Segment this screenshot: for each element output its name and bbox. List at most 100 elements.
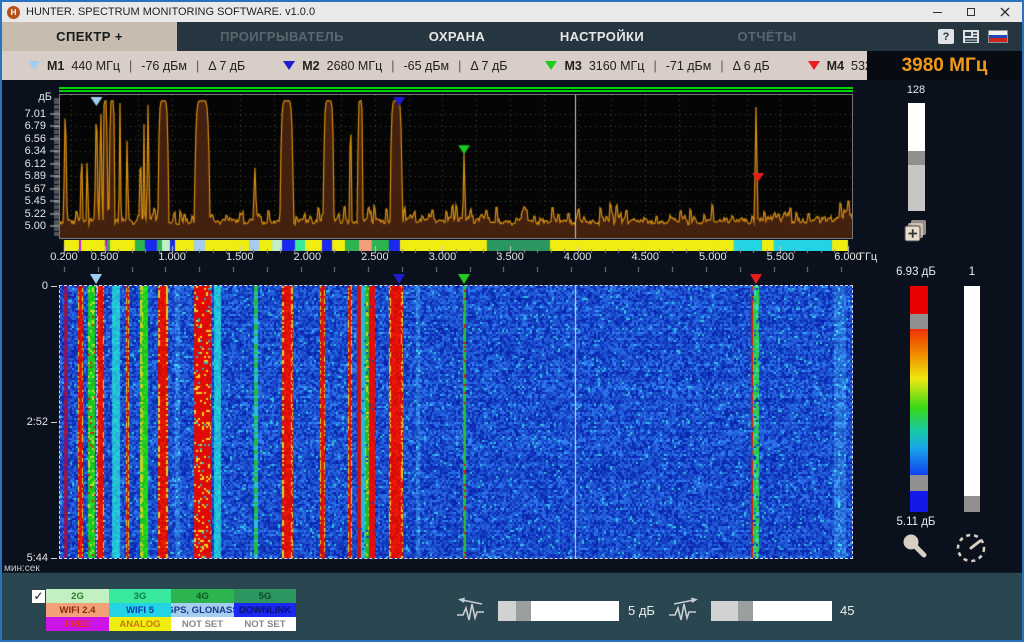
averaging-count-label: 1 bbox=[952, 266, 992, 278]
marker-m4-icon bbox=[808, 61, 820, 70]
maximize-icon bbox=[967, 8, 975, 16]
points-slider[interactable] bbox=[908, 103, 925, 211]
waterfall-plot[interactable] bbox=[60, 286, 852, 558]
color-scale-top-handle[interactable] bbox=[910, 314, 928, 329]
separator: | bbox=[456, 59, 463, 73]
window-controls bbox=[920, 2, 1022, 22]
y-tick-label: 6.34 bbox=[4, 145, 46, 157]
y-tick-label: 5.00 bbox=[4, 220, 46, 232]
legend-cell-free: FREE bbox=[46, 617, 109, 631]
separator: | bbox=[194, 59, 201, 73]
tab-настройки[interactable]: НАСТРОЙКИ bbox=[527, 22, 677, 51]
tab-bar: СПЕКТР +ПРОИГРЫВАТЕЛЬОХРАНАНАСТРОЙКИОТЧЁ… bbox=[2, 22, 1022, 51]
x-tick-label: 0.200 bbox=[42, 251, 86, 263]
minimize-button[interactable] bbox=[920, 2, 954, 22]
flag-stripe-red bbox=[989, 38, 1007, 42]
y-tick-label: 6.12 bbox=[4, 158, 46, 170]
averaging-hslider[interactable] bbox=[711, 601, 832, 621]
legend-cell-wifi-5: WIFI 5 bbox=[109, 603, 171, 617]
threshold-slider-icon bbox=[454, 595, 492, 625]
app-logo-icon: H bbox=[7, 6, 20, 19]
color-scale-bottom-handle[interactable] bbox=[910, 475, 928, 491]
marker-id: M2 bbox=[302, 59, 319, 73]
tab-bar-icons: ? bbox=[938, 22, 1022, 51]
marker-m1-icon bbox=[28, 61, 40, 70]
averaging-hslider-handle[interactable] bbox=[738, 601, 753, 621]
points-slider-fill bbox=[908, 103, 925, 151]
x-tick-label: 5.000 bbox=[691, 251, 735, 263]
x-tick-label: 3.500 bbox=[488, 251, 532, 263]
spectrum-plot-frame bbox=[59, 94, 853, 239]
help-icon[interactable]: ? bbox=[938, 29, 954, 44]
gauge-icon[interactable] bbox=[952, 530, 990, 564]
time-tick-label: 5:44 bbox=[2, 552, 48, 564]
time-tick bbox=[51, 422, 57, 423]
color-scale-gradient bbox=[910, 329, 928, 475]
time-tick bbox=[51, 558, 57, 559]
current-frequency-readout: 3980 МГц bbox=[867, 51, 1022, 80]
marker-info-m3: M33160 МГц|-71 дБм|Δ 6 дБ bbox=[545, 59, 769, 73]
averaging-slider[interactable] bbox=[964, 286, 980, 512]
add-layer-icon[interactable] bbox=[901, 217, 931, 247]
marker-frequency: 3160 МГц bbox=[589, 59, 645, 73]
threshold-slider-handle[interactable] bbox=[516, 601, 531, 621]
tab-спектр-[interactable]: СПЕКТР + bbox=[2, 22, 177, 51]
averaging-slider-handle[interactable] bbox=[964, 496, 980, 512]
threshold-line-top bbox=[59, 87, 853, 89]
legend-cell-not-set: NOT SET bbox=[234, 617, 296, 631]
marker-delta: Δ 7 дБ bbox=[470, 59, 507, 73]
y-axis-unit: дБ bbox=[16, 91, 52, 103]
points-slider-track bbox=[908, 165, 925, 211]
tab-отчёты: ОТЧЁТЫ bbox=[677, 22, 857, 51]
legend-cell-analog: ANALOG bbox=[109, 617, 171, 631]
close-icon bbox=[1000, 7, 1010, 17]
x-tick-label: 1.500 bbox=[218, 251, 262, 263]
tab-охрана[interactable]: ОХРАНА bbox=[387, 22, 527, 51]
app-window: H HUNTER. SPECTRUM MONITORING SOFTWARE. … bbox=[0, 0, 1024, 642]
separator: | bbox=[718, 59, 725, 73]
threshold-slider[interactable] bbox=[498, 601, 619, 621]
threshold-slider-fill bbox=[498, 601, 516, 621]
waterfall-marker-m1[interactable] bbox=[90, 274, 102, 284]
separator: | bbox=[127, 59, 134, 73]
marker-info-bar: M1440 МГц|-76 дБм|Δ 7 дБM22680 МГц|-65 д… bbox=[2, 51, 867, 80]
color-scale-slider[interactable] bbox=[910, 286, 928, 512]
marker-info-m1: M1440 МГц|-76 дБм|Δ 7 дБ bbox=[28, 59, 245, 73]
maximize-button[interactable] bbox=[954, 2, 988, 22]
points-count-label: 128 bbox=[892, 84, 940, 96]
zoom-icon[interactable] bbox=[899, 532, 931, 562]
averaging-slider-fill bbox=[964, 286, 980, 496]
averaging-hslider-fill bbox=[711, 601, 738, 621]
y-tick-label: 5.22 bbox=[4, 208, 46, 220]
waterfall-marker-m4[interactable] bbox=[750, 274, 762, 284]
waterfall-marker-m2[interactable] bbox=[393, 274, 405, 284]
threshold-value: 5 дБ bbox=[628, 603, 655, 618]
legend-cell-gps-glonass: GPS, GLONASS bbox=[171, 603, 234, 617]
scale-max-label: 6.93 дБ bbox=[886, 266, 946, 278]
spectrum-plot[interactable] bbox=[60, 95, 852, 238]
x-tick-label: 1.000 bbox=[150, 251, 194, 263]
time-tick-label: 0 bbox=[2, 280, 48, 292]
y-tick-label: 7.01 bbox=[4, 108, 46, 120]
news-icon[interactable] bbox=[962, 29, 980, 44]
legend-cell-5g: 5G bbox=[234, 589, 296, 603]
threshold-line[interactable] bbox=[59, 90, 853, 92]
legend-checkbox[interactable]: ✓ bbox=[31, 589, 46, 604]
time-tick bbox=[51, 286, 57, 287]
legend-cell-not-set: NOT SET bbox=[171, 617, 234, 631]
waterfall-marker-m3[interactable] bbox=[458, 274, 470, 284]
language-flag-icon[interactable] bbox=[988, 30, 1008, 43]
marker-m2-icon bbox=[283, 61, 295, 70]
points-slider-handle[interactable] bbox=[908, 151, 925, 165]
y-tick-label: 5.45 bbox=[4, 195, 46, 207]
close-button[interactable] bbox=[988, 2, 1022, 22]
y-tick-label: 5.89 bbox=[4, 170, 46, 182]
tab-проигрыватель: ПРОИГРЫВАТЕЛЬ bbox=[177, 22, 387, 51]
legend-cell-2g: 2G bbox=[46, 589, 109, 603]
marker-level: -65 дБм bbox=[404, 59, 450, 73]
tabs: СПЕКТР +ПРОИГРЫВАТЕЛЬОХРАНАНАСТРОЙКИОТЧЁ… bbox=[2, 22, 857, 51]
x-tick-label: 2.500 bbox=[353, 251, 397, 263]
separator: | bbox=[389, 59, 396, 73]
x-tick-label: 6.000 bbox=[826, 251, 870, 263]
legend-cell-downlink: DOWNLINK bbox=[234, 603, 296, 617]
